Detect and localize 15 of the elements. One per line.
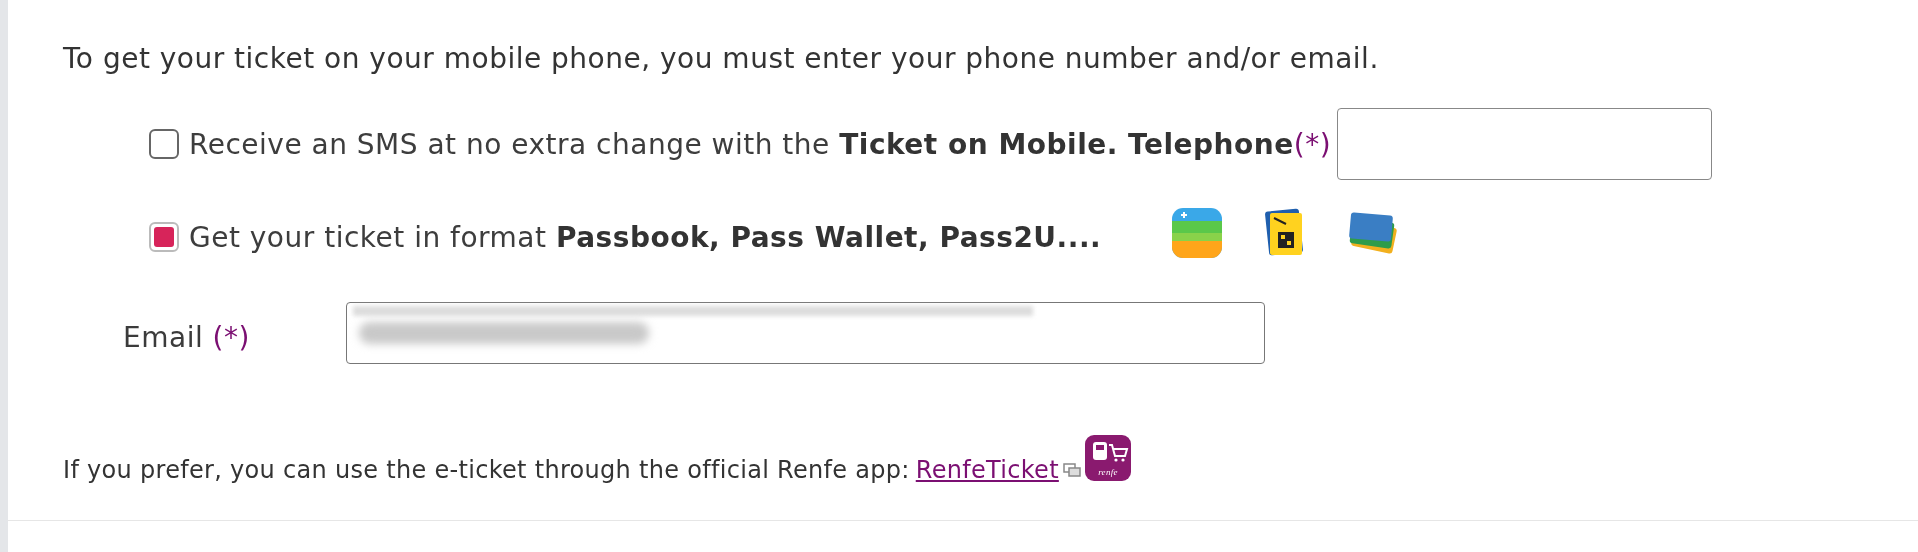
renfe-app-icon[interactable]: renfe <box>1084 435 1131 481</box>
cards-icon <box>1347 210 1400 256</box>
option-label: Receive an SMS at no extra change with the Ticket on Mobile. Telephone <box>189 127 1294 161</box>
option-label: Get your ticket in format Passbook, Pass Wallet, Pass2U.... <box>189 220 1102 254</box>
renfe-ticket-link[interactable]: RenfeTicket <box>915 456 1059 484</box>
wallet-app-icon <box>1171 207 1224 259</box>
app-note: If you prefer, you can use the e-ticket through the official Renfe app: <box>63 456 910 484</box>
instruction-text: To get your ticket on your mobile phone, you must enter your phone number and/or email. <box>63 41 1380 77</box>
email-label: Email (*) <box>123 320 251 354</box>
phone-field[interactable] <box>1337 108 1713 180</box>
checkbox[interactable] <box>149 222 179 252</box>
checkbox[interactable] <box>149 129 179 159</box>
required-mark: (*) <box>1293 127 1332 161</box>
email-field[interactable] <box>346 302 1265 364</box>
external-window-icon <box>1062 463 1081 477</box>
